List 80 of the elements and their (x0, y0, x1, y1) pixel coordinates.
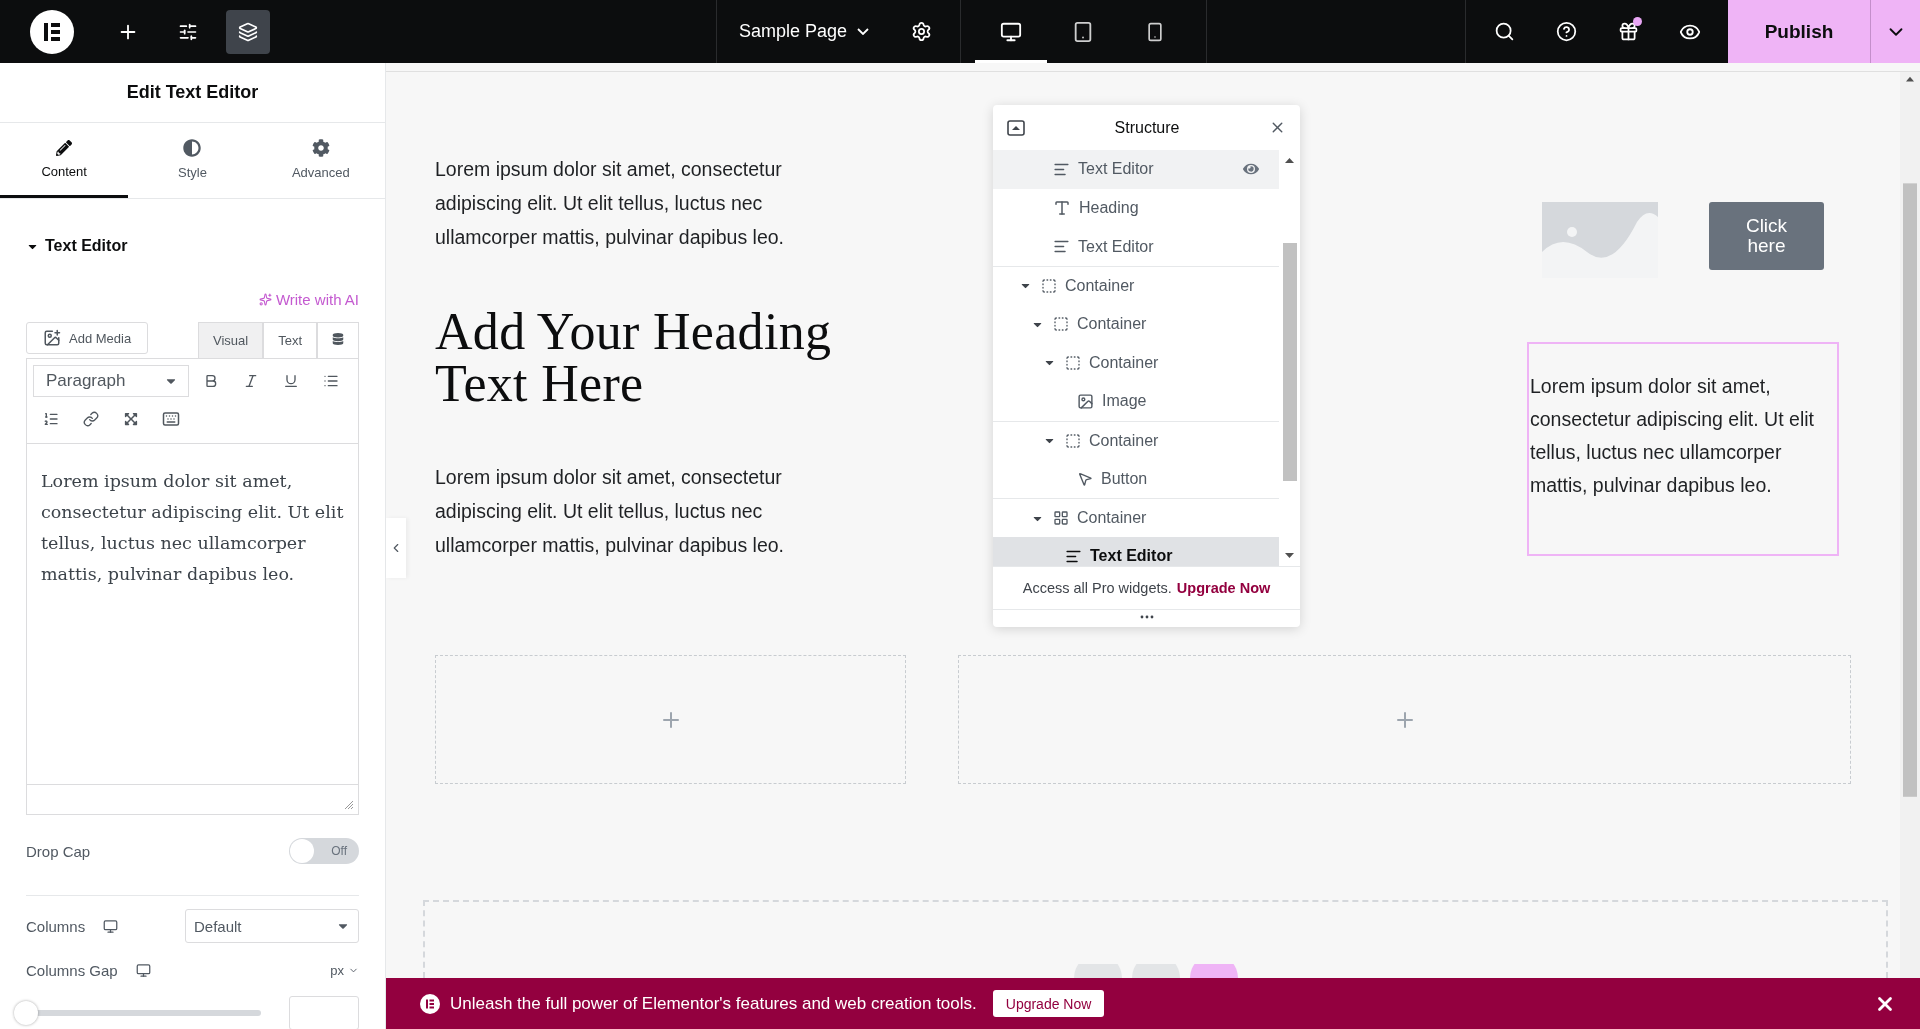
panel-tab[interactable]: Content (0, 123, 129, 198)
add-media-button[interactable]: Add Media (26, 322, 149, 354)
panel-tab[interactable]: Advanced (256, 123, 385, 198)
panel-tab[interactable]: Style (128, 123, 257, 198)
gear-icon (311, 138, 330, 157)
structure-item[interactable]: Container (993, 420, 1279, 460)
desktop-icon (103, 918, 119, 934)
more-icon (1139, 615, 1154, 619)
italic-icon (243, 373, 259, 389)
drop-cap-toggle[interactable]: Off (289, 838, 359, 864)
image-placeholder-icon (1542, 202, 1658, 278)
contrast-icon (183, 138, 202, 157)
structure-button[interactable] (226, 9, 270, 54)
dynamic-tags-button[interactable] (317, 322, 359, 358)
paragraph-text: Lorem ipsum dolor sit amet, consectetur adipiscing elit. Ut elit tellus, luctus nec ullamcorper mattis, pulvinar dapibus leo. (435, 157, 785, 250)
sparkle-icon (258, 293, 272, 306)
columns-label: Columns (26, 917, 86, 935)
dock-button[interactable] (1007, 119, 1025, 136)
panel-title: Edit Text Editor (0, 63, 385, 123)
resize-grip-icon[interactable] (344, 800, 354, 810)
slider-thumb[interactable] (14, 1001, 38, 1025)
paragraph-text: Lorem ipsum dolor sit amet, consectetur adipiscing elit. Ut elit tellus, luctus nec ullamcorper mattis, pulvinar dapibus leo. (435, 465, 785, 558)
image-icon (1077, 392, 1094, 410)
underline-icon (283, 373, 299, 389)
link-icon (83, 411, 99, 427)
structure-item[interactable]: Text Editor (993, 536, 1279, 566)
structure-title: Structure (1114, 118, 1180, 137)
container-icon (1065, 432, 1081, 449)
format-select[interactable]: Paragraph (33, 365, 189, 397)
scrollbar[interactable] (1900, 72, 1920, 978)
desktop-icon (135, 962, 151, 978)
elementor-logo[interactable] (30, 9, 74, 54)
pencil-icon (56, 139, 73, 156)
layers-icon (238, 21, 258, 42)
pointer-icon (1077, 470, 1093, 487)
columns-select[interactable]: Default (185, 909, 359, 943)
mobile-icon (1145, 21, 1165, 42)
database-icon (332, 333, 344, 345)
drop-cap-label: Drop Cap (26, 842, 91, 860)
page-title-dropdown[interactable]: Sample Page (731, 21, 878, 42)
expand-icon (124, 412, 138, 426)
upgrade-now-button[interactable]: Upgrade Now (992, 990, 1105, 1017)
help-icon (1555, 21, 1577, 42)
grid-icon (1053, 510, 1069, 527)
search-icon (1493, 21, 1515, 42)
columns-gap-label: Columns Gap (26, 961, 118, 979)
keyboard-icon (162, 410, 180, 428)
elementor-icon (420, 993, 440, 1014)
container-icon (1053, 316, 1069, 333)
type-icon (1053, 199, 1071, 218)
settings-icon (910, 21, 932, 42)
structure-item[interactable]: Container (993, 266, 1279, 305)
columns-gap-input[interactable] (289, 996, 359, 1029)
page-heading: Add Your Heading Text Here (435, 306, 833, 410)
desktop-icon (1000, 20, 1022, 43)
bullet-list-icon (323, 373, 339, 389)
editor-mode-tab[interactable]: Text (263, 322, 317, 358)
selected-text-widget[interactable]: Lorem ipsum dolor sit amet, consectetur adipiscing elit. Ut elit tellus, luctus nec ullamcorper mattis, pulvinar dapibus leo. (1527, 342, 1839, 556)
media-icon (43, 329, 61, 347)
section-toggle[interactable]: Text Editor (26, 237, 128, 255)
upgrade-link[interactable]: Upgrade Now (1176, 580, 1271, 596)
banner-text: Unleash the full power of Elementor's features and web creation tools. (450, 993, 977, 1014)
structure-item[interactable]: Text Editor (993, 150, 1279, 189)
chevron-down-icon (857, 28, 870, 35)
unit-select[interactable]: px (330, 962, 359, 978)
container-icon (1041, 277, 1057, 294)
structure-item[interactable]: Container (993, 498, 1279, 537)
dock-icon (1007, 119, 1025, 136)
tablet-icon (1072, 20, 1094, 43)
gift-icon (1617, 21, 1639, 42)
container-icon (1065, 354, 1081, 371)
editor-mode-tab[interactable]: Visual (197, 322, 264, 358)
numbered-list-icon (43, 411, 59, 427)
bold-icon (203, 373, 219, 389)
editor-text[interactable]: Lorem ipsum dolor sit amet, consectetur adipiscing elit. Ut elit tellus, luctus nec ullamcorper mattis, pulvinar dapibus leo. (27, 444, 358, 784)
promo-text: Access all Pro widgets. (1022, 580, 1172, 596)
sliders-icon (178, 21, 198, 42)
write-with-ai-link[interactable]: Write with AI (258, 291, 359, 308)
click-here-button[interactable]: Click here (1709, 202, 1824, 270)
publish-button[interactable]: Publish (1728, 0, 1870, 63)
